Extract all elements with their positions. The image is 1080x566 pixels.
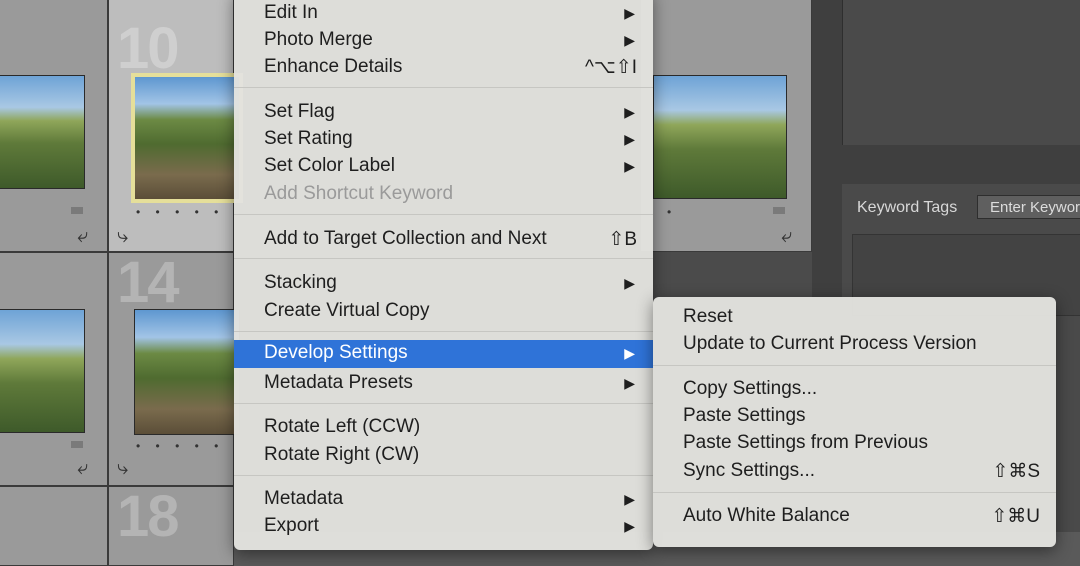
grid-cell[interactable]: 18 — [108, 484, 234, 566]
grid-cell[interactable]: ⤶ — [0, 252, 108, 486]
photo-thumbnail[interactable] — [134, 309, 240, 435]
grid-cell[interactable]: ⤶ — [0, 0, 108, 252]
cell-number: 10 — [117, 16, 179, 81]
submenu-item-paste-from-previous[interactable]: Paste Settings from Previous — [653, 430, 1056, 457]
submenu-item-sync-settings[interactable]: Sync Settings... ⇧⌘S — [653, 458, 1056, 485]
menu-item-edit-in[interactable]: Edit In ▶ — [234, 0, 653, 27]
menu-separator — [234, 214, 653, 215]
menu-item-add-to-target-collection[interactable]: Add to Target Collection and Next ⇧B — [234, 226, 653, 253]
submenu-arrow-icon: ▶ — [624, 131, 635, 147]
grid-cell[interactable]: • ⤶ — [640, 0, 812, 252]
menu-separator — [234, 403, 653, 404]
menu-item-add-shortcut-keyword: Add Shortcut Keyword — [264, 183, 454, 204]
rotate-right-icon[interactable]: ⤶ — [781, 225, 792, 248]
grid-cell-selected[interactable]: 10 • • • • • ⤷ — [108, 0, 243, 252]
submenu-arrow-icon: ▶ — [624, 518, 635, 534]
rotate-right-icon[interactable]: ⤶ — [77, 225, 88, 248]
rating-dots[interactable]: • • • • • — [136, 439, 224, 453]
menu-separator — [234, 87, 653, 88]
submenu-arrow-icon: ▶ — [624, 345, 635, 361]
develop-settings-submenu: Reset Update to Current Process Version … — [653, 297, 1056, 547]
menu-item-metadata-presets[interactable]: Metadata Presets ▶ — [234, 370, 653, 397]
menu-item-enhance-details[interactable]: Enhance Details ^⌥⇧I — [234, 54, 653, 81]
rotate-right-icon[interactable]: ⤶ — [77, 457, 88, 480]
submenu-item-reset[interactable]: Reset — [653, 304, 1056, 331]
shortcut-label: ⇧⌘U — [991, 506, 1040, 527]
keyword-input[interactable]: Enter Keywords — [977, 195, 1080, 219]
submenu-arrow-icon: ▶ — [624, 104, 635, 120]
shortcut-label: ^⌥⇧I — [584, 57, 637, 78]
menu-separator — [234, 331, 653, 332]
menu-separator — [653, 492, 1056, 493]
submenu-item-update-process-version[interactable]: Update to Current Process Version — [653, 331, 1056, 358]
photo-thumbnail[interactable] — [0, 309, 85, 433]
badge-icon — [71, 441, 83, 448]
menu-item-rotate-right[interactable]: Rotate Right (CW) — [234, 442, 653, 469]
photo-thumbnail[interactable] — [653, 75, 787, 199]
menu-separator — [234, 258, 653, 259]
submenu-arrow-icon: ▶ — [624, 375, 635, 391]
keyword-tags-label: Keyword Tags — [857, 199, 958, 216]
menu-item-develop-settings[interactable]: Develop Settings ▶ — [234, 340, 653, 368]
rating-dots[interactable]: • — [667, 205, 677, 219]
menu-item-photo-merge[interactable]: Photo Merge ▶ — [234, 27, 653, 54]
cell-number: 14 — [117, 250, 179, 315]
menu-item-stacking[interactable]: Stacking ▶ — [234, 270, 653, 297]
grid-cell[interactable]: 14 • • • • • ⤷ — [108, 250, 240, 486]
rating-dots[interactable]: • • • • • — [136, 205, 224, 219]
rotate-left-icon[interactable]: ⤷ — [117, 457, 128, 480]
shortcut-label: ⇧B — [608, 229, 637, 250]
menu-item-set-rating[interactable]: Set Rating ▶ — [234, 126, 653, 153]
rotate-left-icon[interactable]: ⤷ — [117, 225, 128, 248]
menu-separator — [653, 365, 1056, 366]
menu-item-set-flag[interactable]: Set Flag ▶ — [234, 99, 653, 126]
menu-item-export[interactable]: Export ▶ — [234, 513, 653, 540]
menu-item-rotate-left[interactable]: Rotate Left (CCW) — [234, 414, 653, 441]
menu-separator — [234, 475, 653, 476]
submenu-item-auto-white-balance[interactable]: Auto White Balance ⇧⌘U — [653, 503, 1056, 530]
submenu-arrow-icon: ▶ — [624, 491, 635, 507]
submenu-arrow-icon: ▶ — [624, 158, 635, 174]
submenu-arrow-icon: ▶ — [624, 275, 635, 291]
grid-cell[interactable] — [0, 486, 108, 566]
panel-section — [842, 0, 1080, 145]
menu-item-create-virtual-copy[interactable]: Create Virtual Copy — [234, 298, 653, 325]
menu-item-metadata[interactable]: Metadata ▶ — [234, 486, 653, 513]
submenu-item-paste-settings[interactable]: Paste Settings — [653, 403, 1056, 430]
submenu-item-copy-settings[interactable]: Copy Settings... — [653, 376, 1056, 403]
badge-icon — [773, 207, 785, 214]
badge-icon — [71, 207, 83, 214]
photo-thumbnail[interactable] — [0, 75, 85, 189]
menu-item-set-color-label[interactable]: Set Color Label ▶ — [234, 153, 653, 180]
shortcut-label: ⇧⌘S — [992, 461, 1040, 482]
context-menu: Edit In ▶ Photo Merge ▶ Enhance Details ^⌥⇧… — [234, 0, 653, 550]
cell-number: 18 — [117, 484, 179, 549]
photo-thumbnail[interactable] — [131, 73, 243, 203]
submenu-arrow-icon: ▶ — [624, 5, 635, 21]
submenu-arrow-icon: ▶ — [624, 32, 635, 48]
